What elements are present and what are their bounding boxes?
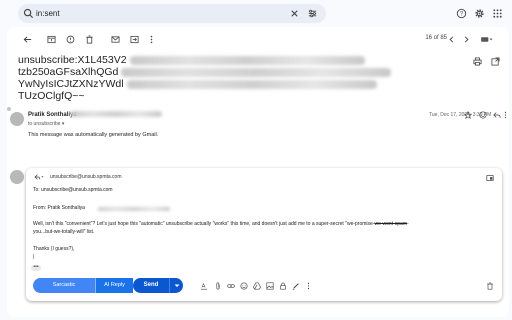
move-to-icon[interactable] (130, 35, 139, 44)
gmail-window: in:sent ? 16 of 85 unsubscribe:X1L453V2 … (0, 0, 512, 320)
reply-type-icon[interactable] (33, 173, 45, 181)
subject-line-2: tzb250aGFsaXlhQGd (18, 66, 119, 78)
print-icon[interactable] (473, 57, 482, 66)
photo-icon[interactable] (266, 282, 274, 290)
filter-options-icon[interactable] (307, 8, 318, 19)
redacted-blur (98, 207, 170, 211)
ai-reply-button[interactable]: AI Reply (95, 278, 133, 293)
reply-composer[interactable]: unsubscribe@unsub.spmta.com To: unsubscr… (26, 168, 502, 301)
recipient-label: to unsubscribe (28, 121, 61, 127)
attach-icon[interactable] (214, 282, 222, 290)
trash-icon[interactable] (486, 282, 494, 290)
mail-panel: 16 of 85 unsubscribe:X1L453V2 tzb250aGFs… (7, 27, 509, 317)
subject-line-3: YwNyIsICJtZXNzYWdl (18, 78, 124, 90)
redacted-blur (121, 67, 392, 77)
drive-icon[interactable] (253, 282, 261, 290)
emoji-icon[interactable] (240, 282, 248, 290)
top-bar: in:sent ? (0, 0, 512, 26)
redacted-blur (126, 79, 377, 89)
report-spam-icon[interactable] (66, 35, 75, 44)
text-cursor: | (33, 254, 35, 260)
popout-icon[interactable] (486, 174, 494, 182)
pager-count: 16 of 85 (425, 35, 447, 41)
message-body: This message was automatically generated… (28, 132, 159, 138)
subject-line-4: TUzOClgfQ~~ (18, 90, 85, 102)
link-icon[interactable] (227, 282, 235, 290)
apps-icon[interactable] (492, 8, 503, 19)
delete-icon[interactable] (85, 35, 94, 44)
more-options-icon[interactable] (147, 35, 156, 44)
archive-icon[interactable] (47, 35, 56, 44)
strikethrough-text: we-wont-spam (374, 221, 407, 227)
search-icon[interactable] (23, 8, 34, 19)
send-button[interactable]: Send (133, 278, 169, 293)
subject-line-1: unsubscribe:X1L453V2 (18, 54, 127, 66)
mark-unread-icon[interactable] (111, 35, 120, 44)
svg-text:A: A (202, 284, 206, 290)
reply-message-text: Well, isn't this "convenient"? Let's jus… (33, 221, 375, 227)
email-subject: unsubscribe:X1L453V2 tzb250aGFsaXlhQGd Y… (18, 54, 458, 102)
more-vert-icon[interactable] (306, 282, 311, 290)
open-new-window-icon[interactable] (491, 57, 500, 66)
reply-message[interactable]: Well, isn't this "convenient"? Let's jus… (33, 220, 495, 236)
chevron-left-icon[interactable] (447, 35, 456, 44)
search-input[interactable]: in:sent (36, 7, 60, 20)
quoted-to: To: unsubscribe@unsub.spmta.com (33, 187, 113, 193)
lock-icon[interactable] (279, 282, 287, 290)
chevron-right-icon[interactable] (462, 35, 471, 44)
text-format-icon[interactable]: A (200, 282, 208, 290)
reply-message-text: - (406, 221, 409, 227)
clear-icon[interactable] (289, 8, 300, 19)
recipient-line[interactable]: to unsubscribe ▾ (28, 121, 64, 127)
sarcastic-button[interactable]: Sarcastic (33, 278, 95, 293)
avatar (10, 170, 24, 184)
search-bar[interactable]: in:sent (18, 4, 326, 23)
settings-icon[interactable] (474, 8, 485, 19)
avatar (10, 112, 24, 126)
reply-message-line2: you...but-we-totally-will" list. (33, 229, 95, 235)
reply-recipient[interactable]: unsubscribe@unsub.spmta.com (50, 174, 122, 180)
redacted-blur (129, 55, 365, 65)
back-arrow-icon[interactable] (23, 35, 32, 44)
keyboard-icon[interactable] (480, 35, 494, 44)
svg-text:?: ? (460, 12, 464, 18)
reply-signoff: Thanks (I guess?), (33, 246, 75, 252)
reply-icon[interactable] (493, 111, 501, 119)
pen-icon[interactable] (292, 282, 300, 290)
more-vert-icon[interactable] (503, 111, 508, 119)
star-icon[interactable] (464, 111, 472, 119)
quoted-from: From: Pratik Sonthaliya (33, 205, 85, 211)
send-options-button[interactable] (169, 278, 183, 293)
emoji-icon[interactable] (479, 111, 487, 119)
help-icon[interactable]: ? (456, 8, 467, 19)
redacted-blur (70, 111, 162, 117)
thread-indicator (7, 107, 11, 111)
show-trimmed-button[interactable]: ••• (31, 265, 41, 271)
